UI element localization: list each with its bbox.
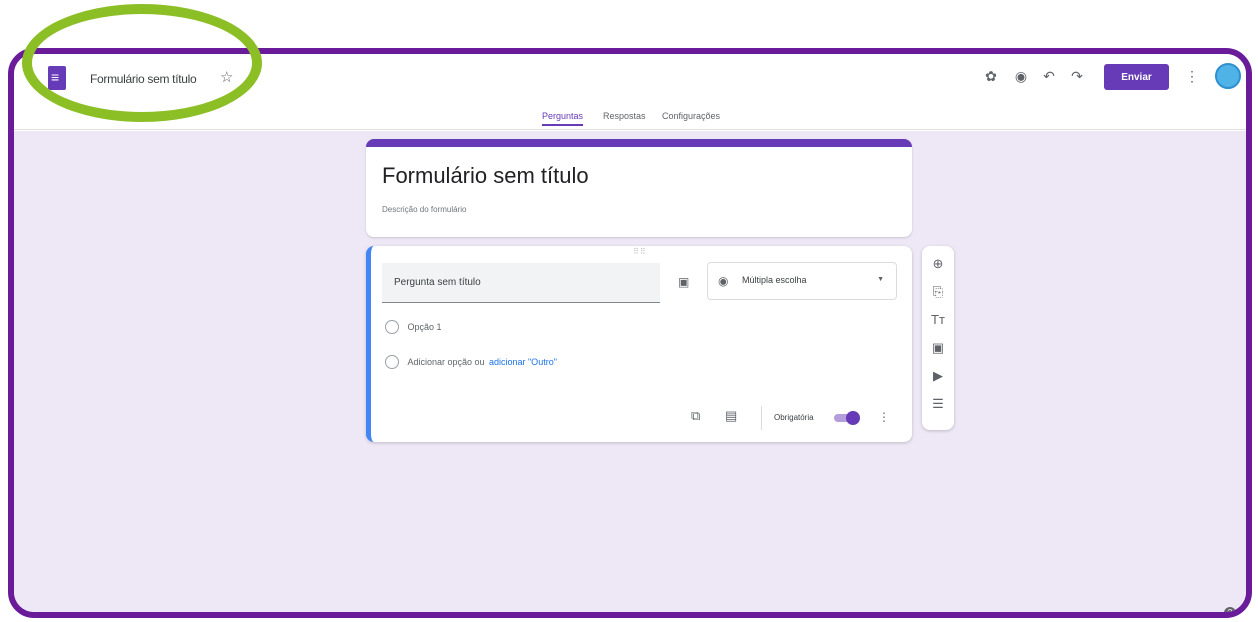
duplicate-icon[interactable]: ⧉ xyxy=(691,408,700,424)
add-other-link[interactable]: adicionar "Outro" xyxy=(489,357,557,367)
option-radio xyxy=(385,354,399,369)
add-question-icon[interactable]: ⊕ xyxy=(922,256,954,272)
chevron-down-icon: ▼ xyxy=(877,276,884,283)
add-section-icon[interactable]: ☰ xyxy=(922,396,954,412)
question-type-dropdown[interactable]: ◉ Múltipla escolha ▼ xyxy=(707,262,897,300)
drag-handle-icon[interactable]: ⠿⠿ xyxy=(633,247,647,256)
redo-icon[interactable]: ↷ xyxy=(1068,68,1086,85)
palette-icon[interactable]: ✿ xyxy=(982,68,1000,85)
question-card[interactable]: ⠿⠿ Pergunta sem título ▣ ◉ Múltipla esco… xyxy=(366,246,912,442)
toggle-knob xyxy=(846,411,860,425)
browser-frame: Formulário sem título ☆ ✿ ◉ ↶ ↷ Enviar ⋮… xyxy=(8,48,1252,618)
tab-perguntas[interactable]: Perguntas xyxy=(542,111,584,126)
send-button[interactable]: Enviar xyxy=(1104,64,1169,90)
preview-eye-icon[interactable]: ◉ xyxy=(1012,68,1030,85)
required-label: Obrigatória xyxy=(774,413,814,422)
add-image-icon[interactable]: ▣ xyxy=(922,340,954,356)
form-title-card[interactable]: Formulário sem título Descrição do formu… xyxy=(366,139,912,237)
help-icon[interactable]: ? xyxy=(1224,607,1236,612)
question-type-label: Múltipla escolha xyxy=(742,275,807,285)
divider xyxy=(761,406,762,430)
highlight-circle xyxy=(22,4,262,122)
form-title[interactable]: Formulário sem título xyxy=(382,163,589,189)
question-title: Pergunta sem título xyxy=(394,277,481,288)
form-description[interactable]: Descrição do formulário xyxy=(382,205,466,214)
add-title-icon[interactable]: Tт xyxy=(922,312,954,327)
option-radio xyxy=(385,319,399,334)
question-footer: ⧉ ▤ Obrigatória ⋮ xyxy=(689,406,890,430)
tab-respostas[interactable]: Respostas xyxy=(603,111,646,121)
add-image-icon[interactable]: ▣ xyxy=(678,275,689,289)
undo-icon[interactable]: ↶ xyxy=(1040,68,1058,85)
question-more-icon[interactable]: ⋮ xyxy=(878,410,890,424)
option-label[interactable]: Opção 1 xyxy=(407,322,441,332)
delete-icon[interactable]: ▤ xyxy=(725,408,737,424)
avatar[interactable] xyxy=(1215,63,1241,89)
more-options-icon[interactable]: ⋮ xyxy=(1185,68,1199,85)
add-option-row[interactable]: Adicionar opção ou adicionar "Outro" xyxy=(385,353,557,371)
required-toggle[interactable] xyxy=(834,411,860,425)
option-row[interactable]: Opção 1 xyxy=(385,318,441,336)
question-title-field[interactable]: Pergunta sem título xyxy=(382,263,660,303)
import-questions-icon[interactable]: ⎘ xyxy=(922,284,954,300)
add-option-text[interactable]: Adicionar opção ou xyxy=(407,357,484,367)
tab-configuracoes[interactable]: Configurações xyxy=(662,111,720,121)
side-toolbar: ⊕ ⎘ Tт ▣ ▶ ☰ xyxy=(922,246,954,430)
radio-button-icon: ◉ xyxy=(718,274,729,288)
add-video-icon[interactable]: ▶ xyxy=(922,368,954,384)
